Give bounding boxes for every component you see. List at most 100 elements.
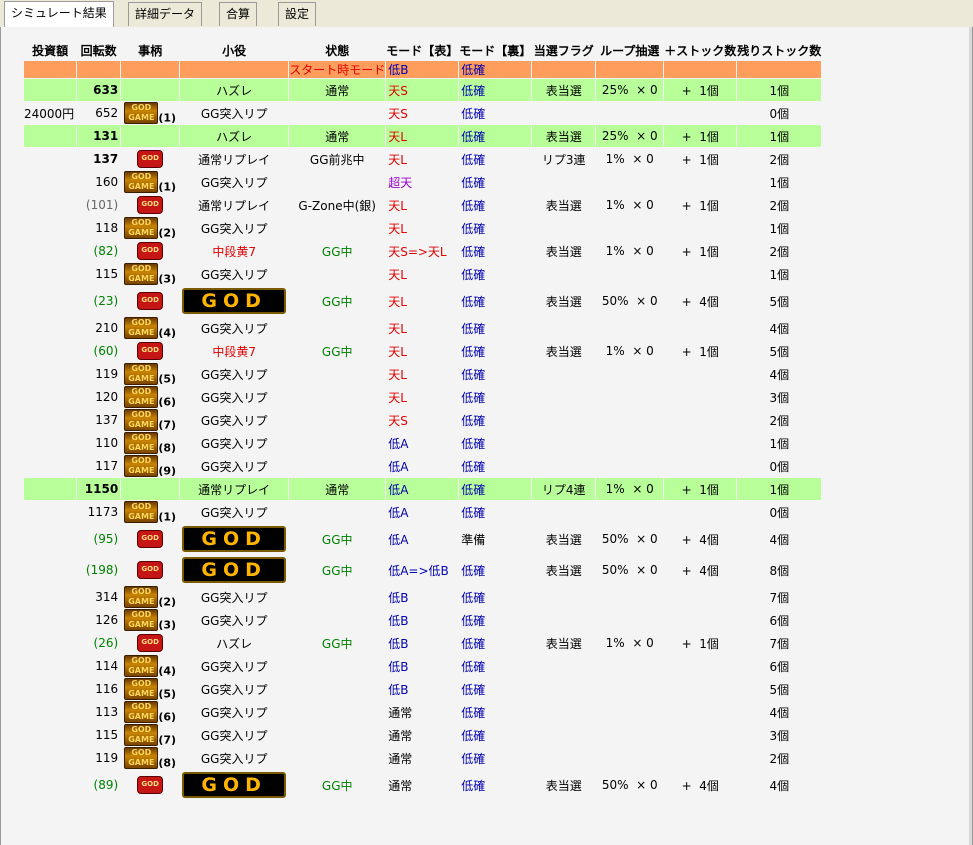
- flag-cell: 表当選: [532, 125, 596, 147]
- stock-add-value: 1個: [699, 152, 719, 167]
- gg-count: (8): [158, 441, 177, 454]
- god-game-icon: [124, 432, 159, 454]
- state-cell: GG中: [321, 294, 353, 309]
- stock-add-cell: [664, 609, 736, 631]
- mode-ura-cell: 低確: [461, 590, 486, 605]
- stock-add-cell: + 1個: [664, 194, 736, 216]
- kaiten-cell: (60): [93, 344, 119, 358]
- jigara-cell: (8): [121, 747, 179, 769]
- koyaku-cell: GOD: [180, 770, 288, 800]
- loop-cell: [596, 409, 663, 431]
- toushi-cell: [24, 148, 76, 170]
- loop-cell: 50% × 0: [596, 770, 663, 800]
- table-row: (198)GODGG中低A=>低B低確表当選50% × 0+ 4個8個: [24, 555, 821, 585]
- remain-cell: 2個: [769, 413, 790, 428]
- flag-cell: [532, 609, 595, 631]
- mode-ura-cell: 低確: [459, 61, 532, 78]
- jigara-cell: [121, 240, 179, 262]
- loop-times: × 0: [632, 244, 654, 258]
- tab-total[interactable]: 合算: [219, 2, 258, 26]
- god-game-icon: [124, 747, 159, 769]
- loop-times: × 0: [636, 129, 658, 143]
- stock-add-cell: [664, 501, 736, 523]
- mode-ura-cell: 低確: [461, 175, 486, 190]
- kaiten-cell: 110: [95, 436, 119, 450]
- toushi-cell: [24, 432, 76, 454]
- jigara-cell: (4): [121, 317, 179, 339]
- god-emblem-icon: [137, 196, 164, 214]
- koyaku-cell: GG突入リプ: [200, 682, 268, 697]
- mode-omote-cell: 天L: [388, 344, 407, 359]
- loop-rate: 1%: [605, 482, 625, 496]
- table-row: 24000円 652 (1) GG突入リプ 天S 低確 0個: [24, 102, 821, 124]
- loop-times: × 0: [632, 482, 654, 496]
- stock-add-value: 1個: [699, 129, 719, 144]
- gg-count: (3): [158, 272, 177, 285]
- jigara-cell: [121, 148, 179, 170]
- loop-times: × 0: [636, 563, 658, 577]
- mode-omote-cell: 天S: [388, 106, 408, 121]
- god-emblem-icon: [137, 776, 164, 794]
- table-row: 314 (2) GG突入リプ 低B 低確 7個: [24, 586, 821, 608]
- flag-cell: リプ4連: [532, 478, 596, 500]
- koyaku-cell: GG突入リプ: [200, 367, 268, 382]
- kaiten-cell: 116: [95, 682, 119, 696]
- god-emblem-icon: [137, 530, 164, 548]
- table-row: 137通常リプレイGG前兆中天L低確リプ3連1% × 0+ 1個2個: [24, 148, 821, 170]
- tab-detail-data[interactable]: 詳細データ: [128, 2, 203, 26]
- state-cell: [289, 655, 385, 677]
- state-cell: [289, 386, 385, 408]
- kaiten-cell: 113: [95, 705, 119, 719]
- loop-times: × 0: [636, 778, 658, 792]
- state-cell: [289, 501, 385, 523]
- tab-bar: シミュレート結果 詳細データ 合算 設定: [0, 0, 973, 28]
- stock-add-cell: [664, 171, 736, 193]
- toushi-cell: [24, 555, 76, 585]
- mode-ura-cell: 準備: [461, 532, 486, 547]
- god-game-icon: [124, 455, 159, 477]
- loop-rate: 1%: [605, 636, 625, 650]
- stock-add-cell: [664, 217, 736, 239]
- gg-count: (6): [158, 395, 177, 408]
- gg-count: (3): [158, 618, 177, 631]
- kaiten-cell: 120: [95, 390, 119, 404]
- loop-cell: [596, 724, 663, 746]
- remain-cell: 1個: [737, 79, 822, 101]
- stock-add-cell: + 4個: [664, 555, 736, 585]
- kaiten-cell: 137: [95, 413, 119, 427]
- scrollbar-track[interactable]: [969, 27, 972, 845]
- remain-cell: 5個: [769, 294, 790, 309]
- jigara-cell: (7): [121, 724, 179, 746]
- tab-simulate-result[interactable]: シミュレート結果: [4, 1, 114, 27]
- flag-cell: [532, 455, 595, 477]
- tab-settings[interactable]: 設定: [278, 2, 317, 26]
- state-cell: [289, 317, 385, 339]
- loop-times: × 0: [632, 198, 654, 212]
- jigara-cell: [121, 194, 179, 216]
- table-row: 137 (7) GG突入リプ 天S 低確 2個: [24, 409, 821, 431]
- mode-ura-cell: 低確: [459, 478, 532, 500]
- god-game-icon: [124, 171, 159, 193]
- mode-omote-cell: 低A=>低B: [388, 563, 449, 578]
- jigara-cell: [121, 125, 180, 147]
- loop-cell: [596, 217, 663, 239]
- mode-ura-cell: 低確: [461, 294, 486, 309]
- header-koyaku: 小役: [222, 43, 247, 58]
- table-row: スタート時モード 低B 低確: [24, 61, 822, 78]
- remain-cell: 4個: [769, 321, 790, 336]
- god-game-icon: [124, 655, 159, 677]
- remain-cell: 6個: [769, 613, 790, 628]
- mode-omote-cell: 天L: [388, 221, 407, 236]
- god-emblem-icon: [137, 342, 164, 360]
- koyaku-cell: GOD: [180, 286, 288, 316]
- toushi-cell: [24, 586, 76, 608]
- god-game-icon: [124, 678, 159, 700]
- table-row: 118 (2) GG突入リプ 天L 低確 1個: [24, 217, 821, 239]
- header-jigara: 事柄: [138, 43, 163, 58]
- remain-cell: 1個: [769, 436, 790, 451]
- remain-cell: 4個: [769, 705, 790, 720]
- koyaku-cell: GG突入リプ: [200, 728, 268, 743]
- mode-omote-cell: 低A: [388, 532, 409, 547]
- kaiten-cell: 115: [95, 728, 119, 742]
- loop-rate: 25%: [601, 129, 629, 143]
